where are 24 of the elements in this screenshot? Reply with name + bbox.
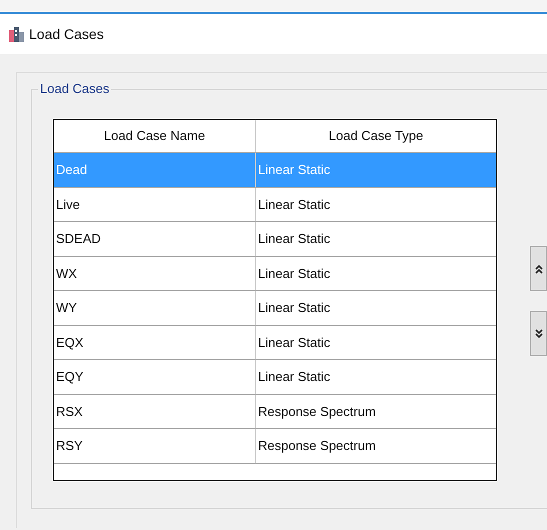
- move-down-button[interactable]: [530, 311, 547, 356]
- move-up-button[interactable]: [530, 246, 547, 291]
- table-cell[interactable]: Linear Static: [256, 291, 496, 324]
- double-chevron-down-icon: [534, 328, 542, 338]
- table-cell[interactable]: RSY: [54, 429, 256, 462]
- table-cell[interactable]: Linear Static: [256, 326, 496, 359]
- table-cell[interactable]: Linear Static: [256, 222, 496, 256]
- table-cell[interactable]: EQY: [54, 360, 256, 394]
- table-cell[interactable]: WY: [54, 291, 256, 324]
- table-cell[interactable]: SDEAD: [54, 222, 256, 256]
- table-cell[interactable]: Linear Static: [256, 360, 496, 394]
- app-icon: [9, 26, 25, 42]
- double-chevron-up-icon: [534, 264, 542, 274]
- window-title: Load Cases: [29, 24, 104, 44]
- table-cell[interactable]: WX: [54, 256, 256, 290]
- table-cell[interactable]: Linear Static: [256, 188, 496, 221]
- table-cell[interactable]: Linear Static: [256, 256, 496, 290]
- table-cell[interactable]: Response Spectrum: [256, 394, 496, 428]
- table-cell[interactable]: Live: [54, 188, 256, 221]
- column-header[interactable]: Load Case Type: [256, 120, 496, 152]
- table-cell[interactable]: EQX: [54, 326, 256, 359]
- column-header[interactable]: Load Case Name: [54, 120, 256, 152]
- table-cell[interactable]: Response Spectrum: [256, 429, 496, 462]
- table-cell[interactable]: RSX: [54, 394, 256, 428]
